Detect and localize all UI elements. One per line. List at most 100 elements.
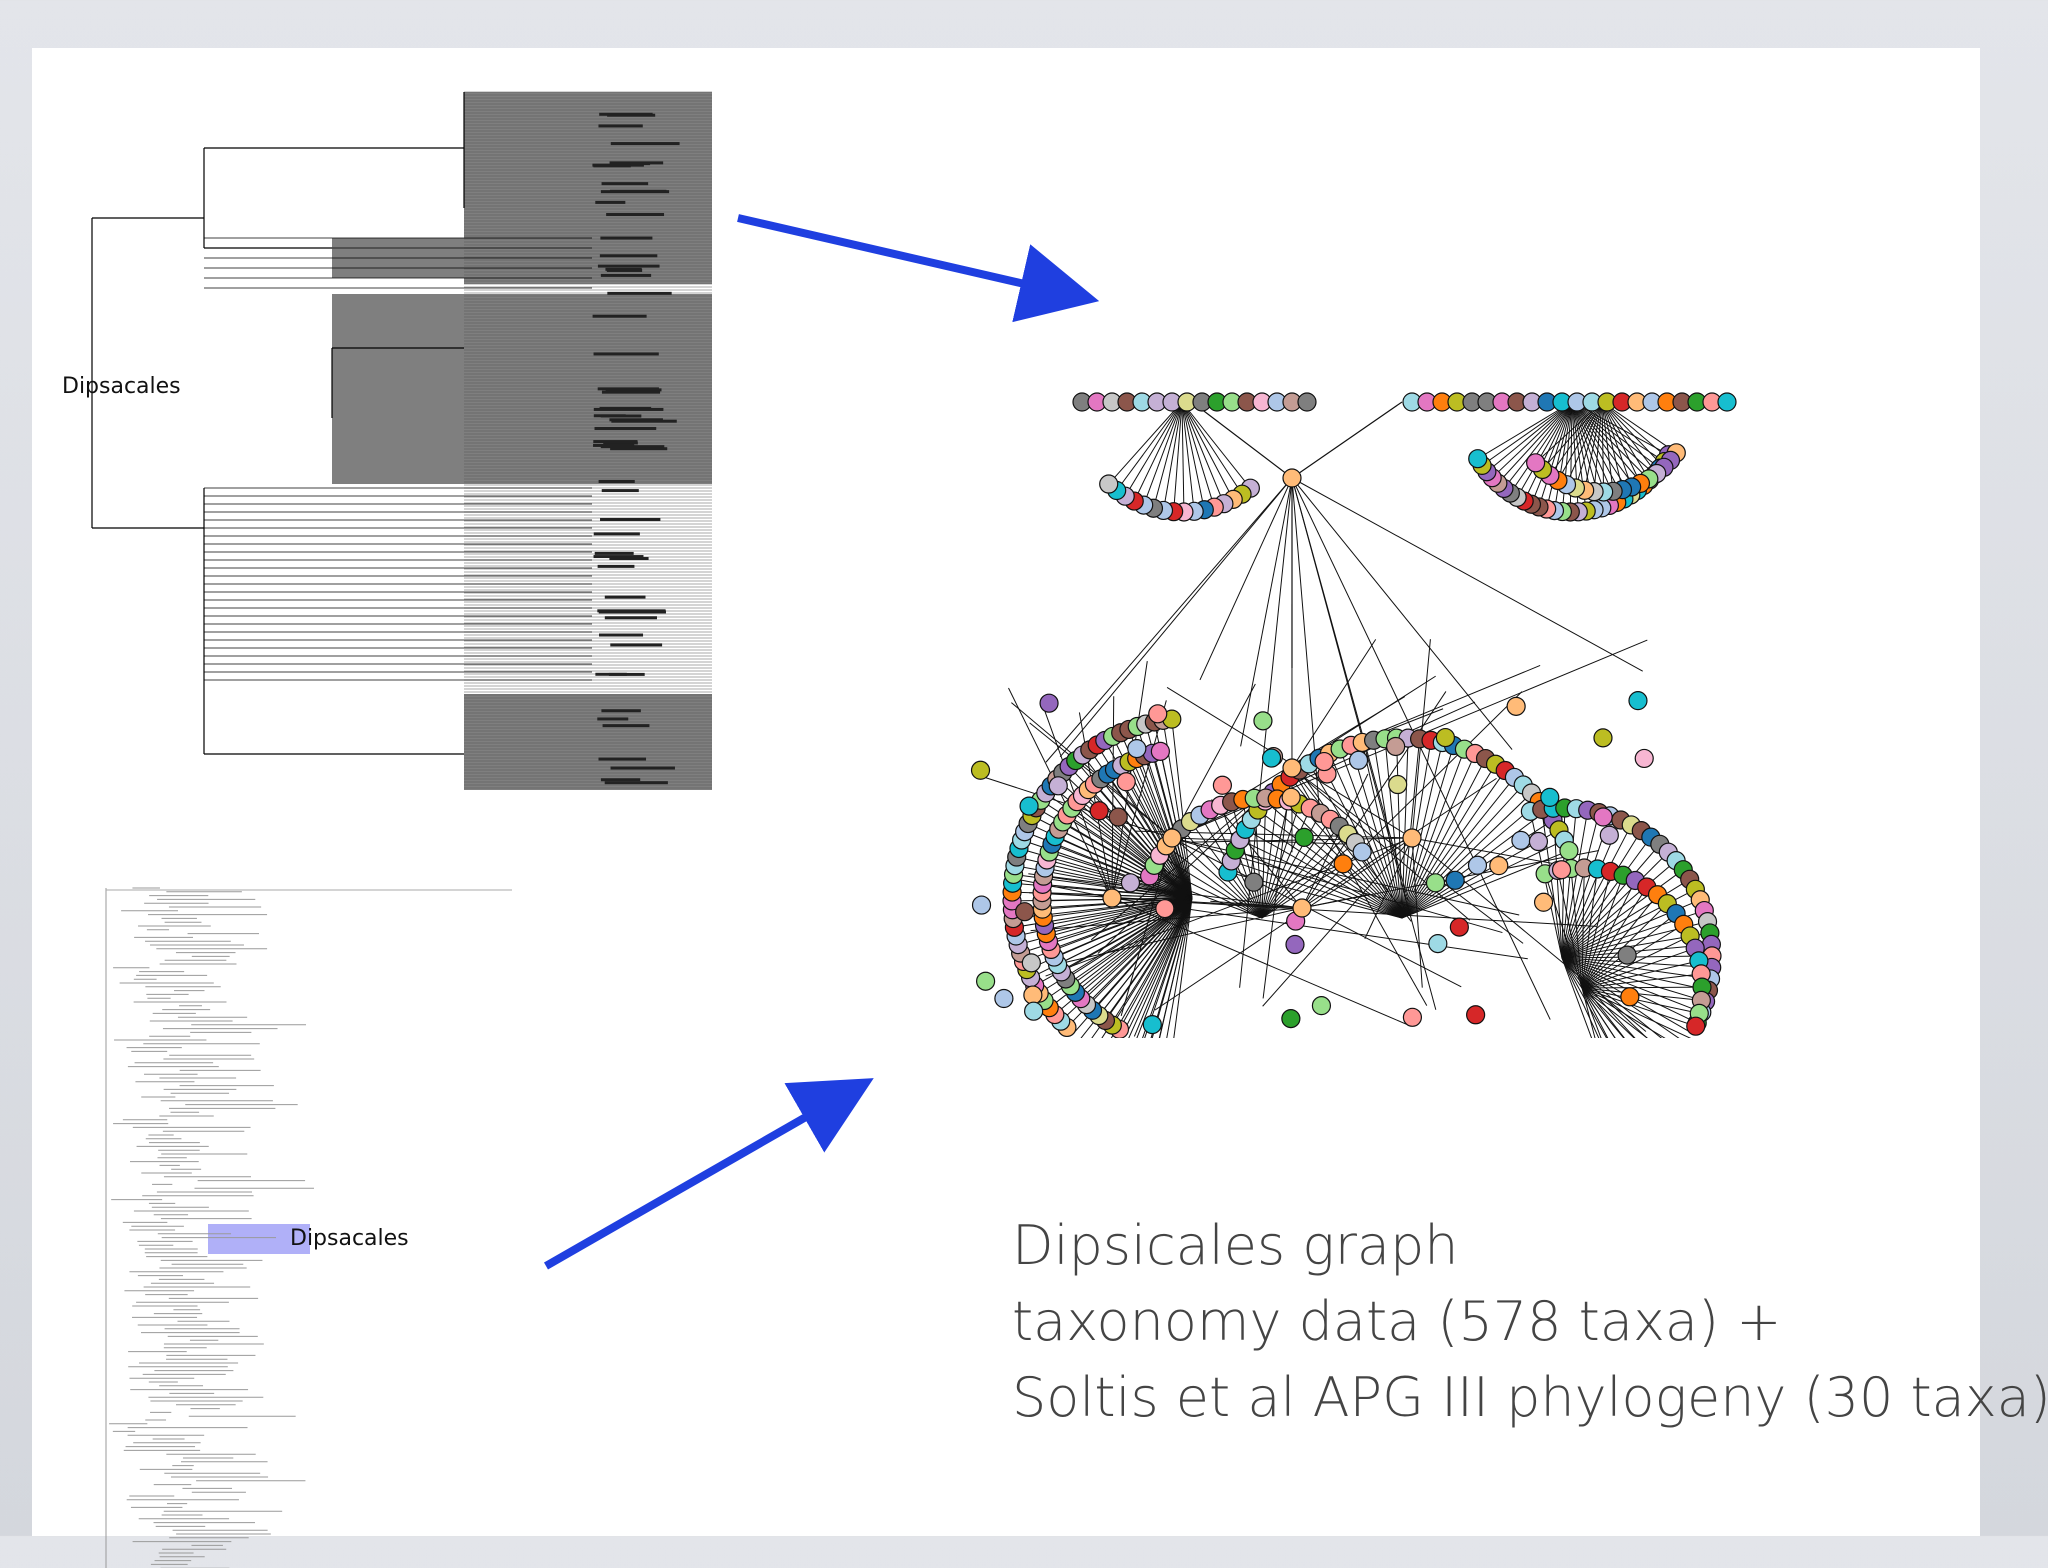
graph-node: [1156, 900, 1174, 918]
tree-tip-label: [600, 407, 652, 410]
graph-node: [1254, 712, 1272, 730]
graph-node: [1263, 749, 1281, 767]
graph-node: [1429, 935, 1447, 953]
graph-node: [1426, 874, 1444, 892]
graph-node: [1389, 776, 1407, 794]
graph-node: [1618, 946, 1636, 964]
tree-tip-label: [610, 447, 667, 450]
graph-node: [1298, 393, 1316, 411]
graph-node: [1403, 1008, 1421, 1026]
graph-hub-node: [1293, 899, 1311, 917]
graph-node: [1282, 788, 1300, 806]
tree-block: [464, 198, 712, 284]
graph-node: [1149, 705, 1167, 723]
tree-tip-label: [602, 489, 639, 492]
tree-tip-label: [593, 164, 630, 167]
graph-hub-node: [1103, 889, 1121, 907]
tree-tip-label: [611, 142, 680, 145]
graph-edge: [1134, 402, 1182, 501]
caption-line-3: Soltis et al APG III phylogeny (30 taxa): [1012, 1360, 2048, 1436]
tree-tip-label: [594, 532, 640, 535]
graph-node: [1022, 954, 1040, 972]
graph-hub-node: [1163, 829, 1181, 847]
tree-block: [464, 92, 712, 210]
graph-edge: [1182, 402, 1224, 504]
tree-tip-label: [609, 673, 645, 676]
graph-node: [1560, 842, 1578, 860]
tree-tip-label: [599, 480, 635, 483]
graph-node: [1687, 1017, 1705, 1035]
tree-tip-label: [607, 292, 671, 295]
tree-tip-label: [598, 124, 642, 127]
graph-edge: [1182, 402, 1204, 510]
graph-node: [1541, 788, 1559, 806]
graph-edge: [1117, 402, 1182, 491]
tree-tip-label: [600, 518, 660, 521]
caption-line-1: Dipsicales graph: [1012, 1208, 2048, 1284]
top-tree-label: Dipsacales: [62, 374, 181, 399]
graph-node: [1049, 777, 1067, 795]
graph-node: [1469, 450, 1487, 468]
tree-tip-label: [600, 254, 657, 257]
graph-node: [1040, 694, 1058, 712]
tree-tip-label: [611, 420, 676, 423]
graph-node: [1245, 873, 1263, 891]
tree-tip-label: [593, 444, 634, 447]
tree-tip-label: [595, 201, 625, 204]
graph-node: [1353, 843, 1371, 861]
tree-tip-label: [606, 213, 664, 216]
tree-tip-label: [605, 781, 668, 784]
graph-node: [1450, 918, 1468, 936]
graph-node: [1100, 475, 1118, 493]
graph-node: [1467, 1006, 1485, 1024]
graph-node: [1594, 808, 1612, 826]
graph-node: [1594, 729, 1612, 747]
graph-node: [1507, 697, 1525, 715]
graph-node: [1090, 802, 1108, 820]
graph-node: [1020, 797, 1038, 815]
graph-edge: [1144, 402, 1182, 505]
graph-node: [1121, 874, 1139, 892]
bottom-tree-label: Dipsacales: [290, 1226, 409, 1251]
graph-node: [1553, 861, 1571, 879]
graph-node: [1529, 833, 1547, 851]
graph-node: [995, 990, 1013, 1008]
tree-tip-label: [610, 643, 662, 646]
graph-node: [1143, 1016, 1161, 1034]
graph-node: [1436, 729, 1454, 747]
tree-tip-label: [598, 758, 646, 761]
graph-node: [1025, 1002, 1043, 1020]
graph-node: [1512, 831, 1530, 849]
graph-node: [1718, 393, 1736, 411]
graph-edge: [1582, 987, 1702, 988]
tree-tip-label: [599, 634, 643, 637]
graph-node: [1600, 826, 1618, 844]
caption-line-2: taxonomy data (578 taxa) +: [1012, 1284, 2048, 1360]
graph-node: [1151, 742, 1169, 760]
graph-edge: [1241, 478, 1292, 746]
tree-tip-label: [593, 440, 637, 443]
tree-tip-label: [607, 114, 655, 117]
tree-tip-label: [601, 414, 642, 417]
graph-node: [1016, 903, 1034, 921]
graph-node: [1635, 749, 1653, 767]
graph-node: [1621, 988, 1639, 1006]
dipsicales-graph: [882, 338, 1742, 1038]
graph-node: [1109, 808, 1127, 826]
graph-edge: [1402, 777, 1514, 918]
graph-node: [1128, 740, 1146, 758]
arrow-top: [738, 218, 1068, 294]
graph-node: [1312, 997, 1330, 1015]
graph-edge: [1093, 898, 1192, 1010]
graph-node: [1024, 986, 1042, 1004]
tree-tip-label: [605, 596, 646, 599]
bottom-phylogeny: [92, 868, 692, 1568]
graph-edge: [1482, 402, 1572, 465]
graph-node: [1629, 692, 1647, 710]
graph-node: [1213, 776, 1231, 794]
tree-tip-label: [599, 610, 666, 613]
graph-node: [1468, 856, 1486, 874]
tree-tip-label: [611, 766, 675, 769]
graph-node: [1446, 871, 1464, 889]
graph-node: [1490, 857, 1508, 875]
